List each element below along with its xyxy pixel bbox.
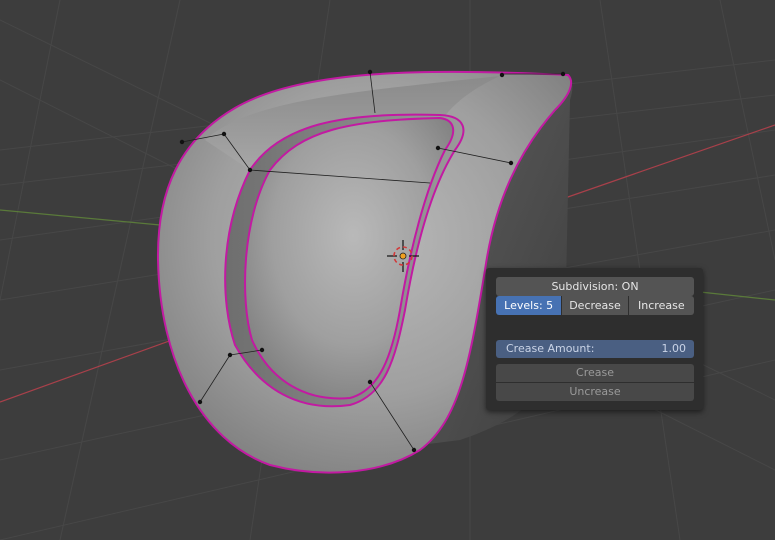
subdivision-popup-panel: Subdivision: ON Levels: 5 Decrease Incre… (486, 268, 703, 410)
crease-amount-slider[interactable]: Crease Amount: 1.00 (496, 340, 694, 358)
crease-button[interactable]: Crease (496, 364, 694, 382)
x-axis-line-right (564, 124, 775, 199)
decrease-button[interactable]: Decrease (562, 296, 629, 315)
uncrease-button[interactable]: Uncrease (496, 383, 694, 401)
crease-amount-label: Crease Amount: (506, 342, 595, 355)
levels-field[interactable]: Levels: 5 (496, 296, 563, 315)
y-axis-line-right (699, 291, 775, 301)
subdivision-toggle-button[interactable]: Subdivision: ON (496, 277, 694, 296)
increase-button[interactable]: Increase (628, 296, 694, 315)
levels-row: Levels: 5 Decrease Increase (496, 296, 694, 315)
crease-amount-value: 1.00 (661, 342, 687, 355)
y-axis-line (0, 209, 161, 226)
